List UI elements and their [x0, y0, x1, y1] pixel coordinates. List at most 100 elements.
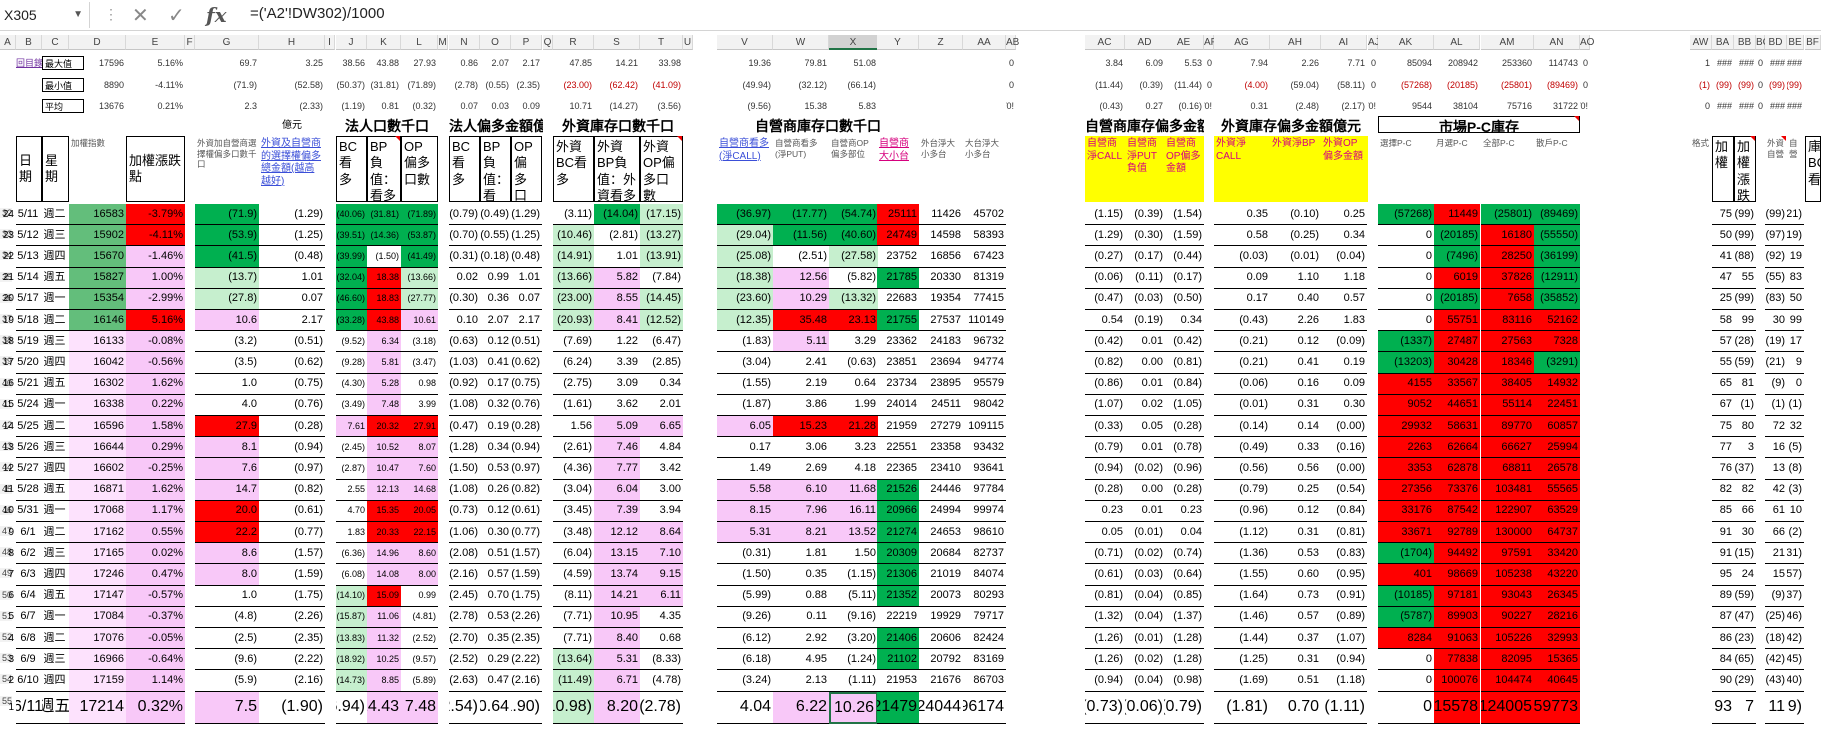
stats-cell[interactable]: 5.83 [829, 99, 878, 114]
data-cell[interactable]: (12.52) [640, 310, 683, 332]
data-cell[interactable]: -0.56% [126, 352, 185, 374]
date-cell[interactable]: 5/26 [16, 437, 42, 459]
data-cell[interactable]: 81 [1734, 374, 1756, 395]
stats-cell[interactable]: ### [1787, 56, 1804, 71]
data-cell[interactable]: (5.9) [195, 670, 259, 692]
data-cell[interactable]: 91 [1712, 522, 1734, 544]
data-cell[interactable]: 3.62 [594, 395, 640, 416]
data-cell[interactable]: 1.83 [336, 522, 367, 544]
data-cell[interactable]: (0.31) [717, 543, 773, 565]
stats-cell[interactable]: 0 [1368, 78, 1378, 93]
date-cell[interactable]: 6/8 [16, 628, 42, 650]
data-cell[interactable]: (3.18) [401, 331, 438, 353]
row-seq[interactable]: 10 [0, 501, 16, 522]
data-cell[interactable]: (0.74) [1164, 543, 1204, 565]
data-cell[interactable]: (1.25) [1214, 649, 1270, 671]
stats-cell[interactable]: (66.14) [829, 78, 878, 93]
data-cell[interactable]: (27.58) [829, 246, 878, 268]
data-cell[interactable]: 8.64 [640, 522, 683, 544]
data-cell[interactable]: (9.6) [195, 649, 259, 671]
data-cell[interactable]: 4.04 [717, 692, 773, 724]
data-cell[interactable]: 20.05 [401, 500, 438, 522]
data-cell[interactable]: (0.44) [1164, 246, 1204, 268]
stats-cell[interactable]: (2.48) [1270, 99, 1321, 114]
data-cell[interactable]: 3.00 [640, 480, 683, 501]
data-cell[interactable]: (17.15) [640, 204, 683, 226]
formula-input[interactable]: =('A2'!DW302)/1000 [250, 5, 385, 22]
stats-cell[interactable]: 27.93 [401, 56, 438, 71]
data-cell[interactable]: (11.56) [773, 225, 829, 247]
data-cell[interactable]: (1.25) [511, 225, 542, 247]
data-cell[interactable]: (0.17) [1164, 268, 1204, 289]
data-cell[interactable]: 0.70 [480, 586, 511, 607]
name-box[interactable]: X305 ▼ [0, 2, 90, 28]
data-cell[interactable]: 0.53 [1270, 543, 1321, 565]
data-cell[interactable]: 0.01 [1125, 501, 1165, 522]
data-cell[interactable]: (6.12) [717, 628, 773, 650]
back-to-index-link[interactable]: 回目錄 [16, 56, 42, 70]
data-cell[interactable]: (23.00) [553, 288, 594, 310]
data-cell[interactable]: (20185) [1434, 288, 1480, 310]
data-cell[interactable]: (0.73) [449, 501, 480, 522]
data-cell[interactable]: 0.53 [480, 458, 511, 480]
data-cell[interactable]: (0.03) [1125, 564, 1165, 586]
data-cell[interactable]: (2.78) [449, 607, 480, 628]
data-cell[interactable]: 3.29 [829, 331, 878, 353]
data-cell[interactable]: 81319 [963, 268, 1006, 289]
stats-cell[interactable]: 0.86 [449, 56, 480, 71]
data-cell[interactable]: 27279 [919, 416, 963, 438]
data-cell[interactable]: 0.29% [126, 437, 185, 459]
data-cell[interactable]: (0.11) [1125, 268, 1165, 289]
data-cell[interactable]: 0 [1787, 374, 1804, 395]
data-cell[interactable]: 0.02% [126, 543, 185, 565]
date-cell[interactable]: 5/17 [16, 289, 42, 310]
data-cell[interactable]: 8.07 [401, 437, 438, 459]
data-cell[interactable]: 20.33 [367, 522, 401, 544]
column-header-v[interactable]: V [717, 35, 773, 50]
data-cell[interactable]: 77 [1712, 437, 1734, 459]
data-cell[interactable]: (2.52) [449, 649, 480, 671]
data-cell[interactable]: (0.47) [449, 416, 480, 438]
stats-cell[interactable]: (3.56) [640, 99, 683, 114]
data-cell[interactable]: 0.30 [1321, 395, 1367, 416]
data-cell[interactable]: 15670 [69, 246, 126, 268]
data-cell[interactable]: 12.12 [594, 522, 640, 544]
stats-cell[interactable]: 7.94 [1214, 56, 1270, 71]
data-cell[interactable]: 0.22% [126, 394, 185, 416]
data-cell[interactable]: (20185) [1434, 225, 1480, 247]
data-cell[interactable]: (33.28) [336, 310, 367, 332]
data-cell[interactable]: (13.27) [640, 225, 683, 247]
row-seq[interactable]: 12 [0, 458, 16, 479]
weekday-cell[interactable]: 週四 [42, 352, 69, 374]
data-cell[interactable]: (5.99) [717, 586, 773, 607]
data-cell[interactable]: 14932 [1534, 373, 1580, 395]
data-cell[interactable]: 0.70 [1270, 692, 1321, 724]
data-cell[interactable]: (1.55) [717, 374, 773, 395]
data-cell[interactable]: (0.28) [1164, 416, 1204, 438]
stats-cell[interactable]: 0.27 [1125, 99, 1165, 114]
data-cell[interactable]: 3.94 [640, 501, 683, 522]
data-cell[interactable]: (0.27) [1085, 246, 1125, 268]
data-cell[interactable]: (8) [1787, 458, 1804, 480]
data-cell[interactable]: 15902 [69, 225, 126, 247]
stats-cell[interactable]: ### [1787, 99, 1804, 114]
column-header-k[interactable]: K [367, 35, 401, 50]
data-cell[interactable]: (0.39) [1125, 204, 1165, 226]
data-cell[interactable]: 22219 [877, 607, 919, 628]
data-cell[interactable]: 13.74 [594, 564, 640, 586]
data-cell[interactable]: 1.14% [126, 670, 185, 692]
data-cell[interactable]: 16180 [1481, 225, 1534, 247]
column-header-ba[interactable]: BA [1712, 35, 1734, 50]
data-cell[interactable]: 77415 [963, 289, 1006, 310]
data-cell[interactable]: (0.09) [1321, 331, 1367, 353]
stats-cell[interactable]: 8890 [69, 78, 126, 93]
data-cell[interactable]: (1.59) [1164, 225, 1204, 247]
data-cell[interactable]: 15827 [69, 267, 126, 289]
data-cell[interactable]: 0 [1378, 670, 1434, 692]
stats-cell[interactable]: #DIV/0! [1580, 99, 1590, 114]
data-cell[interactable]: 21479 [877, 691, 919, 724]
data-cell[interactable]: 0.60 [1270, 564, 1321, 586]
row-seq[interactable]: 14 [0, 416, 16, 437]
stats-cell[interactable]: ### [1734, 56, 1756, 71]
data-cell[interactable]: (21) [1787, 204, 1804, 226]
